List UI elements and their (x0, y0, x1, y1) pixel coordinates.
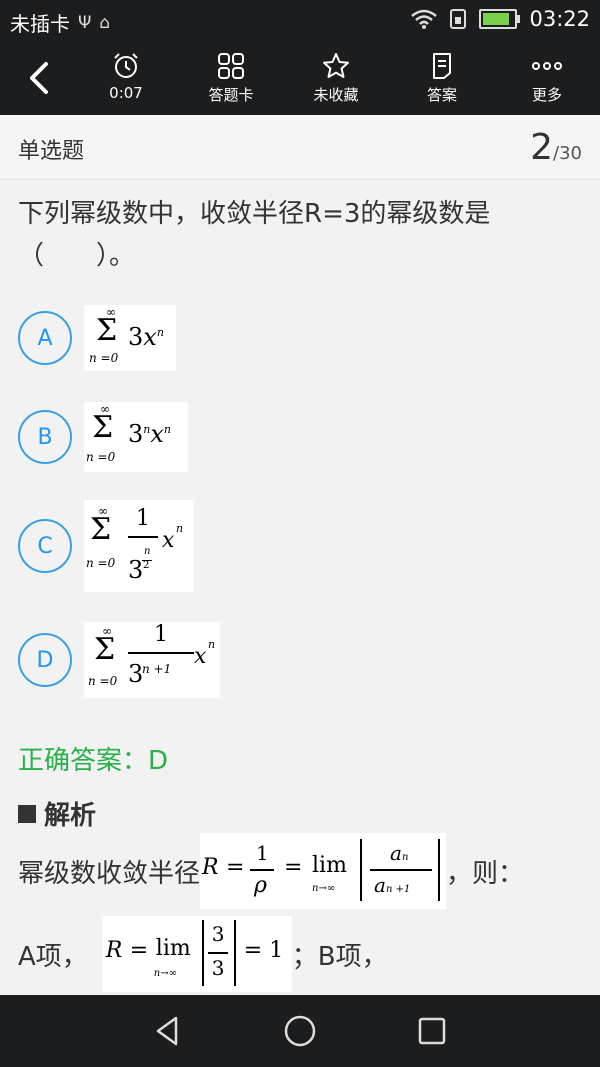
more-button[interactable]: 更多 (502, 50, 592, 105)
more-label: 更多 (531, 86, 562, 104)
square-bullet-icon (18, 804, 36, 823)
option-d-formula: ∞ Σ n =0 1 3 n +1 x n (84, 622, 220, 698)
grid-icon (218, 53, 244, 79)
answer-button[interactable]: 答案 (397, 50, 487, 105)
analysis-line2-prefix: A项， (18, 941, 88, 972)
option-c[interactable]: C ∞ Σ n =0 1 3 n 2 x n (18, 500, 194, 592)
analysis-line-1: 幂级数收敛半径 R = 1 ρ = lim n→∞ an an +1 ，则： (18, 832, 524, 910)
answer-label: 答案 (426, 86, 457, 104)
nav-back-button[interactable] (148, 1013, 188, 1049)
wifi-icon (411, 9, 438, 29)
option-d-letter: D (18, 633, 72, 687)
analysis-line2-suffix: ；B项， (291, 941, 388, 972)
option-a-formula: ∞ Σ n =0 3xn (84, 305, 176, 371)
question-stem: 下列幂级数中，收敛半径R=3的幂级数是（ ）。 (18, 199, 491, 271)
analysis-heading: 解析 (18, 795, 96, 832)
analysis-line-2: A项， R = lim n→∞ 3 3 = 1 ；B项， (18, 915, 388, 993)
option-b-letter: B (18, 410, 72, 464)
analysis-line1-prefix: 幂级数收敛半径 (18, 858, 201, 889)
favorite-label: 未收藏 (313, 86, 359, 104)
nav-recents-button[interactable] (412, 1013, 452, 1049)
status-bar: 未插卡 Ψ ⌂ 03:22 (0, 0, 600, 42)
analysis-line1-suffix: ，则： (446, 858, 525, 889)
correct-answer: 正确答案：D (18, 746, 169, 776)
clock: 03:22 (529, 7, 590, 31)
carrier-text: 未插卡 (10, 12, 70, 36)
option-a-letter: A (18, 311, 72, 365)
answer-card-label: 答题卡 (208, 86, 254, 104)
nav-home-button[interactable] (280, 1013, 320, 1049)
option-b-formula: ∞ Σ n =0 3nxn (84, 402, 188, 472)
sim-icon (450, 9, 467, 29)
more-dots-icon (532, 62, 562, 70)
question-type: 单选题 (18, 139, 85, 164)
alarm-clock-icon (114, 53, 138, 78)
option-a-radius-formula: R = lim n→∞ 3 3 = 1 (101, 916, 292, 992)
timer-label: 0:07 (109, 84, 143, 102)
analysis-title: 解析 (44, 801, 97, 831)
total-questions: /30 (553, 143, 582, 164)
current-question-number: 2 (530, 127, 554, 168)
system-nav-bar (0, 995, 600, 1067)
question-counter: 2/30 (530, 127, 582, 168)
question-header: 单选题 2/30 (0, 115, 600, 180)
document-icon (433, 53, 451, 79)
option-c-letter: C (18, 519, 72, 573)
radius-formula: R = 1 ρ = lim n→∞ an an +1 (200, 833, 447, 909)
favorite-button[interactable]: 未收藏 (291, 50, 381, 105)
android-debug-icon: ⌂ (99, 12, 111, 33)
star-icon (323, 53, 349, 78)
timer-button[interactable]: 0:07 (81, 50, 171, 102)
battery-icon (479, 9, 521, 29)
option-c-formula: ∞ Σ n =0 1 3 n 2 x n (84, 500, 194, 592)
usb-icon: Ψ (78, 12, 92, 33)
back-button[interactable] (22, 56, 62, 100)
option-d[interactable]: D ∞ Σ n =0 1 3 n +1 x n (18, 622, 220, 698)
answer-card-button[interactable]: 答题卡 (186, 50, 276, 105)
option-b[interactable]: B ∞ Σ n =0 3nxn (18, 402, 188, 472)
option-a[interactable]: A ∞ Σ n =0 3xn (18, 305, 176, 371)
toolbar: 0:07 答题卡 未收藏 答案 更多 (0, 42, 600, 115)
